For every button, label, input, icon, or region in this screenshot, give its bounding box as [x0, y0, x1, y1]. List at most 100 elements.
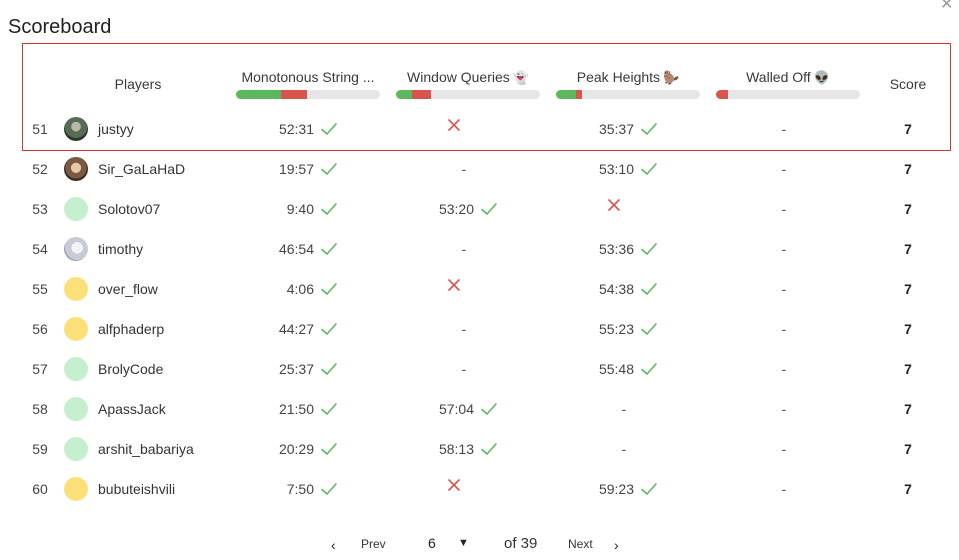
check-icon — [640, 241, 658, 257]
pagination: ‹ Prev 6 ▼ of 39 Next › — [0, 532, 959, 556]
result-cell: - — [704, 389, 864, 429]
solve-time: 9:40 — [286, 201, 314, 217]
result-cell: - — [704, 269, 864, 309]
result-cell: 4:06 — [224, 269, 384, 309]
table-row[interactable]: 52 Sir_GaLaHaD 19:57 - 53:10 - 7 — [0, 149, 959, 189]
solve-time: 4:06 — [286, 281, 314, 297]
avatar — [64, 157, 88, 181]
cross-icon — [606, 197, 622, 213]
player-name[interactable]: alfphaderp — [98, 321, 164, 337]
table-row[interactable]: 51 justyy 52:31 35:37 - 7 — [0, 109, 959, 149]
solve-rate-bar — [236, 90, 380, 99]
close-icon[interactable]: ✕ — [940, 0, 953, 13]
result-cell: 25:37 — [224, 349, 384, 389]
solve-time: 19:57 — [278, 161, 314, 177]
solve-time: 52:31 — [278, 121, 314, 137]
failed-bar-segment — [411, 90, 431, 99]
player-name[interactable]: bubuteishvili — [98, 481, 175, 497]
result-cell: 53:10 — [544, 149, 704, 189]
result-cell: 35:37 — [544, 109, 704, 149]
result-cell: - — [704, 149, 864, 189]
next-button[interactable]: Next — [568, 537, 593, 551]
solve-time: 21:50 — [278, 401, 314, 417]
result-cell: 55:23 — [544, 309, 704, 349]
no-attempt-dash: - — [461, 361, 467, 377]
player-name[interactable]: BrolyCode — [98, 361, 163, 377]
score: 7 — [904, 441, 912, 457]
result-cell — [384, 469, 544, 509]
caret-down-icon[interactable]: ▼ — [458, 537, 469, 549]
score: 7 — [904, 321, 912, 337]
result-cell: - — [544, 389, 704, 429]
table-row[interactable]: 55 over_flow 4:06 54:38 - 7 — [0, 269, 959, 309]
table-row[interactable]: 59 arshit_babariya 20:29 58:13 - - 7 — [0, 429, 959, 469]
table-row[interactable]: 58 ApassJack 21:50 57:04 - - 7 — [0, 389, 959, 429]
check-icon — [480, 441, 498, 457]
player-name[interactable]: ApassJack — [98, 401, 166, 417]
score: 7 — [904, 201, 912, 217]
solve-time: 25:37 — [278, 361, 314, 377]
problem-emoji-icon: 👽 — [813, 70, 830, 85]
check-icon — [320, 361, 338, 377]
prev-button[interactable]: Prev — [361, 537, 386, 551]
result-cell: - — [704, 469, 864, 509]
result-cell: - — [704, 429, 864, 469]
result-cell: 44:27 — [224, 309, 384, 349]
check-icon — [320, 281, 338, 297]
cross-icon — [446, 117, 462, 133]
avatar — [64, 317, 88, 341]
page-select[interactable]: 6 — [428, 535, 436, 551]
result-cell: - — [384, 149, 544, 189]
chevron-right-icon[interactable]: › — [614, 537, 619, 553]
solve-time: 53:36 — [598, 241, 634, 257]
no-attempt-dash: - — [781, 441, 787, 457]
check-icon — [480, 201, 498, 217]
result-cell: 9:40 — [224, 189, 384, 229]
result-cell: 19:57 — [224, 149, 384, 189]
failed-bar-segment — [716, 90, 728, 99]
rank: 59 — [32, 441, 48, 457]
check-icon — [320, 201, 338, 217]
problem-emoji-icon: 👻 — [512, 70, 529, 85]
table-row[interactable]: 57 BrolyCode 25:37 - 55:48 - 7 — [0, 349, 959, 389]
score: 7 — [904, 241, 912, 257]
solved-bar-segment — [236, 90, 281, 99]
solve-time: 55:23 — [598, 321, 634, 337]
table-row[interactable]: 60 bubuteishvili 7:50 59:23 - 7 — [0, 469, 959, 509]
problem-title: Window Queries — [407, 69, 510, 85]
score: 7 — [904, 281, 912, 297]
avatar — [64, 397, 88, 421]
result-cell: 54:38 — [544, 269, 704, 309]
solved-bar-segment — [556, 90, 577, 99]
player-name[interactable]: Solotov07 — [98, 201, 160, 217]
result-cell — [384, 269, 544, 309]
problem-header-2[interactable]: Window Queries 👻 — [396, 68, 540, 99]
cross-icon — [446, 477, 462, 493]
check-icon — [640, 161, 658, 177]
rank: 52 — [32, 161, 48, 177]
rank: 51 — [32, 121, 48, 137]
player-name[interactable]: over_flow — [98, 281, 158, 297]
solve-time: 54:38 — [598, 281, 634, 297]
problem-header-4[interactable]: Walled Off 👽 — [716, 68, 860, 99]
problem-header-1[interactable]: Monotonous String ... — [236, 68, 380, 99]
table-row[interactable]: 56 alfphaderp 44:27 - 55:23 - 7 — [0, 309, 959, 349]
result-cell: - — [704, 309, 864, 349]
player-name[interactable]: justyy — [98, 121, 134, 137]
player-name[interactable]: arshit_babariya — [98, 441, 194, 457]
result-cell: 55:48 — [544, 349, 704, 389]
problem-header-3[interactable]: Peak Heights 🦫 — [556, 68, 700, 99]
problem-title: Walled Off — [746, 69, 811, 85]
player-name[interactable]: timothy — [98, 241, 143, 257]
avatar — [64, 477, 88, 501]
table-row[interactable]: 53 Solotov07 9:40 53:20 - 7 — [0, 189, 959, 229]
table-row[interactable]: 54 timothy 46:54 - 53:36 - 7 — [0, 229, 959, 269]
rank: 54 — [32, 241, 48, 257]
no-attempt-dash: - — [781, 361, 787, 377]
solve-time: 58:13 — [438, 441, 474, 457]
player-name[interactable]: Sir_GaLaHaD — [98, 161, 185, 177]
chevron-left-icon[interactable]: ‹ — [331, 537, 336, 553]
result-cell — [544, 189, 704, 229]
no-attempt-dash: - — [781, 401, 787, 417]
check-icon — [480, 401, 498, 417]
